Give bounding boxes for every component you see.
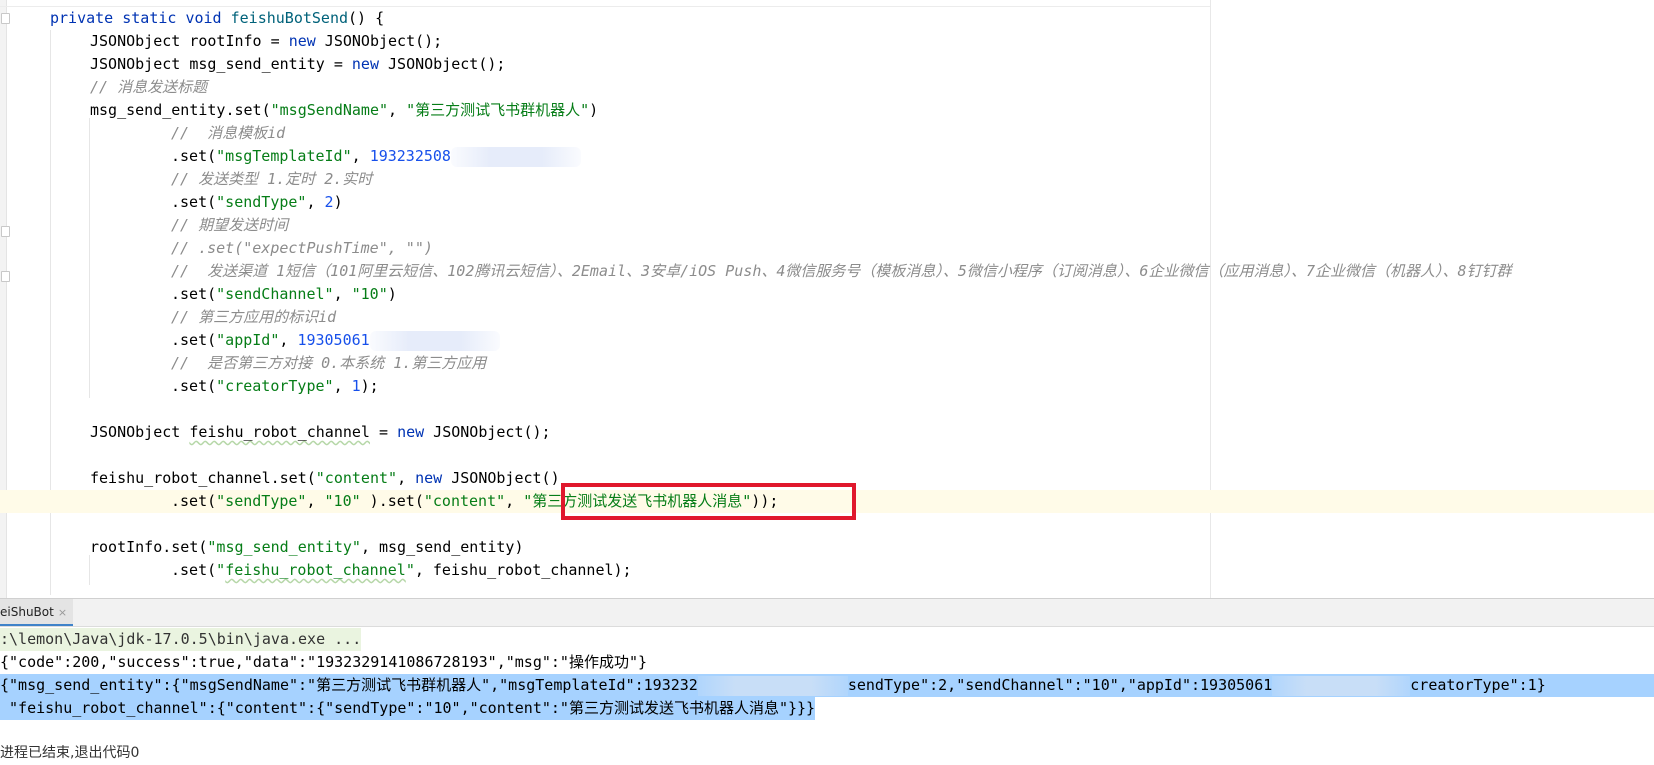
run-tool-window: eiShuBot × :\lemon\Java\jdk-17.0.5\bin\ja… bbox=[0, 598, 1654, 761]
run-tool-header: eiShuBot × bbox=[0, 599, 1654, 627]
redacted-blur bbox=[369, 330, 500, 351]
redacted-blur bbox=[697, 675, 848, 696]
console-selected-line: {"msg_send_entity":{"msgSendName":"第三方测试… bbox=[0, 674, 1654, 697]
console-command-line: :\lemon\Java\jdk-17.0.5\bin\java.exe ... bbox=[0, 628, 362, 651]
indent-guide bbox=[89, 118, 90, 398]
code-editor[interactable]: private static void feishuBotSend() { JS… bbox=[0, 0, 1654, 598]
console-selected-line: "feishu_robot_channel":{"content":{"send… bbox=[0, 697, 816, 720]
code-line: .set("appId", 19305061 bbox=[171, 329, 500, 352]
code-line: .set("creatorType", 1); bbox=[171, 377, 379, 395]
code-comment: // 消息发送标题 bbox=[90, 78, 208, 96]
close-icon[interactable]: × bbox=[58, 606, 67, 619]
code-line: rootInfo.set("msg_send_entity", msg_send… bbox=[90, 538, 524, 556]
red-highlight-annotation bbox=[561, 483, 856, 520]
tab-label: eiShuBot bbox=[0, 605, 54, 619]
code-line: JSONObject msg_send_entity = new JSONObj… bbox=[90, 55, 506, 73]
code-comment: // 期望发送时间 bbox=[171, 216, 289, 234]
code-line: .set("msgTemplateId", 193232508 bbox=[171, 145, 581, 168]
code-line: feishu_robot_channel.set("content", new … bbox=[90, 469, 560, 487]
fold-icon[interactable] bbox=[1, 271, 10, 282]
fold-icon[interactable] bbox=[1, 226, 10, 237]
code-line: .set("feishu_robot_channel", feishu_robo… bbox=[171, 561, 632, 579]
tab-run-feishubot[interactable]: eiShuBot × bbox=[0, 599, 74, 626]
code-comment: // .set("expectPushTime", "") bbox=[171, 239, 433, 257]
code-line: .set("sendChannel", "10") bbox=[171, 285, 397, 303]
redacted-blur bbox=[450, 146, 581, 167]
code-comment: // 发送渠道 1短信（101阿里云短信、102腾讯云短信）、2Email、3安… bbox=[171, 262, 1512, 280]
code-line: private static void feishuBotSend() { bbox=[50, 9, 385, 27]
indent-guide bbox=[89, 555, 90, 585]
code-line: JSONObject rootInfo = new JSONObject(); bbox=[90, 32, 443, 50]
code-line: .set("sendType", 2) bbox=[171, 193, 343, 211]
code-line: msg_send_entity.set("msgSendName", "第三方测… bbox=[90, 101, 599, 119]
code-comment: // 发送类型 1.定时 2.实时 bbox=[171, 170, 373, 188]
code-comment: // 第三方应用的标识id bbox=[171, 308, 337, 326]
console-response-line: {"code":200,"success":true,"data":"19323… bbox=[0, 653, 647, 671]
code-line: JSONObject feishu_robot_channel = new JS… bbox=[90, 423, 551, 441]
code-comment: // 消息模板id bbox=[171, 124, 286, 142]
code-comment: // 是否第三方对接 0.本系统 1.第三方应用 bbox=[171, 354, 487, 372]
fold-icon[interactable] bbox=[1, 13, 10, 24]
redacted-blur bbox=[1272, 675, 1411, 696]
